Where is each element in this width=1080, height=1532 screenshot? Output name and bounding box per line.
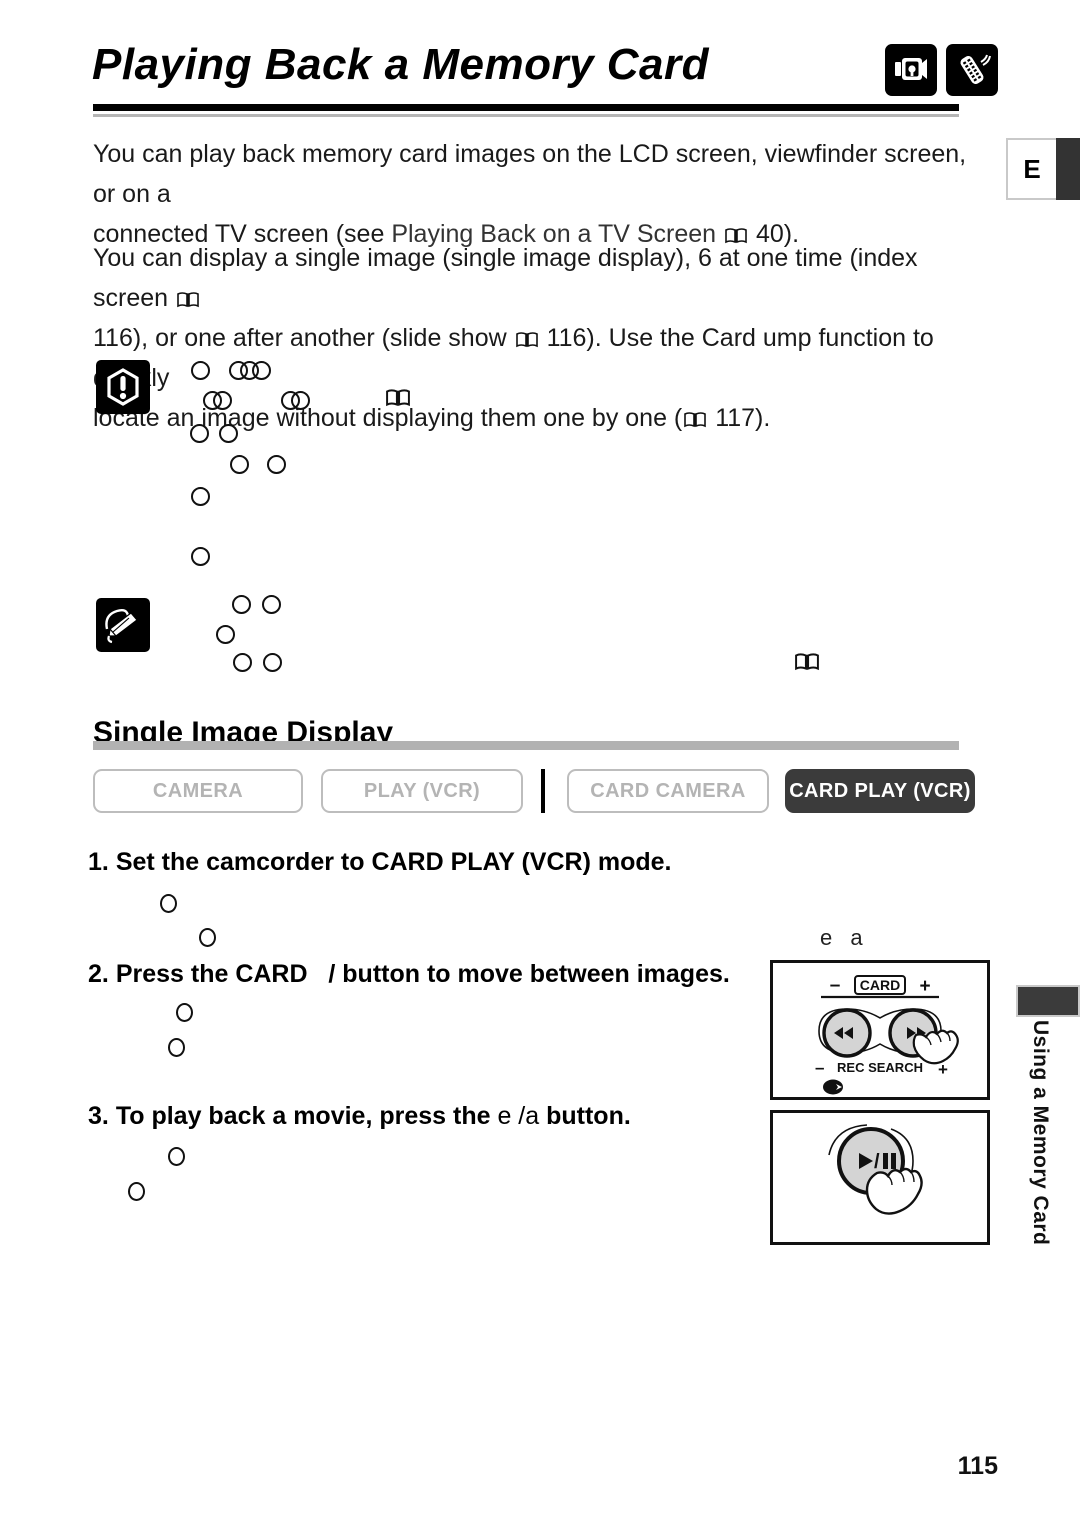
mode-button-play-vcr[interactable]: PLAY (VCR) <box>321 769 523 813</box>
step-2-number: 2. <box>88 960 109 988</box>
book-reference-icon <box>684 400 707 428</box>
warning-exclamation-icon <box>96 360 150 414</box>
bullet-ring <box>232 595 251 614</box>
step-3-text-a: To play back a movie, press the <box>115 1102 491 1130</box>
bullet-ring <box>199 928 216 947</box>
svg-text:–: – <box>830 975 841 996</box>
step-2: 2. Press the CARD / button to move betwe… <box>88 960 730 989</box>
bullet-ring <box>267 455 286 474</box>
illustration-caption: e a <box>820 925 869 950</box>
paragraph-2-line-1: You can display a single image (single i… <box>93 244 918 312</box>
remote-control-icon <box>946 44 998 96</box>
bullet-ring <box>191 487 210 506</box>
language-tab: E <box>1006 138 1080 200</box>
play-pause-button-illustration: / <box>770 1110 990 1245</box>
bullet-ring <box>263 653 282 672</box>
svg-text:CARD: CARD <box>860 977 900 993</box>
bullet-ring <box>233 653 252 672</box>
step-2-text-a: Press the CARD <box>115 960 308 988</box>
card-rec-search-buttons-illustration: CARD – + REC SEARCH – + <box>770 960 990 1100</box>
page-number: 115 <box>957 1452 998 1480</box>
step-2-text-b: / button to move between images. <box>328 960 730 988</box>
sidebar-marker <box>1016 985 1080 1017</box>
bullet-ring <box>128 1182 145 1201</box>
book-reference-icon <box>177 280 199 308</box>
mode-button-camera[interactable]: CAMERA <box>93 769 303 813</box>
step-3-button-glyph: e /a <box>497 1102 540 1130</box>
mode-button-group: CAMERA PLAY (VCR) CARD CAMERA CARD PLAY … <box>93 768 993 814</box>
bullet-ring <box>160 894 177 913</box>
mode-button-card-camera[interactable]: CARD CAMERA <box>567 769 769 813</box>
notes-pencil-icon <box>96 598 150 652</box>
language-tab-label: E <box>1006 138 1056 200</box>
bullet-ring <box>168 1147 185 1166</box>
paragraph-2-page-ref: 117). <box>715 404 771 432</box>
svg-text:–: – <box>815 1058 824 1077</box>
bullet-ring <box>168 1038 185 1057</box>
header-icon-group <box>885 44 998 96</box>
sidebar-section-label: Using a Memory Card <box>1029 1020 1052 1246</box>
step-1-text: Set the camcorder to CARD PLAY (VCR) mod… <box>115 848 672 876</box>
intro-paragraph-2: You can display a single image (single i… <box>93 238 986 438</box>
bullet-ring <box>216 625 235 644</box>
step-3: 3. To play back a movie, press the e /a … <box>88 1102 631 1131</box>
bullet-ring <box>176 1003 193 1022</box>
step-1: 1. Set the camcorder to CARD PLAY (VCR) … <box>88 848 671 877</box>
bullet-ring <box>191 547 210 566</box>
paragraph-1-line-1: You can play back memory card images on … <box>93 140 967 208</box>
bullet-ring <box>230 455 249 474</box>
page-title: Playing Back a Memory Card <box>92 40 710 89</box>
step-1-number: 1. <box>88 848 109 876</box>
section-rule <box>93 741 959 750</box>
book-reference-icon <box>725 216 747 244</box>
camcorder-icon <box>885 44 937 96</box>
svg-text:+: + <box>919 976 930 997</box>
step-3-number: 3. <box>88 1102 109 1130</box>
mode-divider <box>541 769 545 813</box>
book-reference-icon <box>795 652 819 671</box>
header-rule <box>93 104 959 117</box>
bullet-ring <box>262 595 281 614</box>
paragraph-2-line-3-pre: locate an image without displaying them … <box>93 404 683 432</box>
mode-button-card-play-vcr[interactable]: CARD PLAY (VCR) <box>785 769 975 813</box>
svg-text:/: / <box>874 1151 880 1173</box>
step-3-text-b: button. <box>546 1102 631 1130</box>
book-reference-icon <box>515 320 538 348</box>
svg-text:REC SEARCH: REC SEARCH <box>837 1060 923 1075</box>
intro-paragraph-1: You can play back memory card images on … <box>93 134 986 254</box>
paragraph-2-line-2-pre: 116), or one after another (slide show <box>93 324 507 352</box>
